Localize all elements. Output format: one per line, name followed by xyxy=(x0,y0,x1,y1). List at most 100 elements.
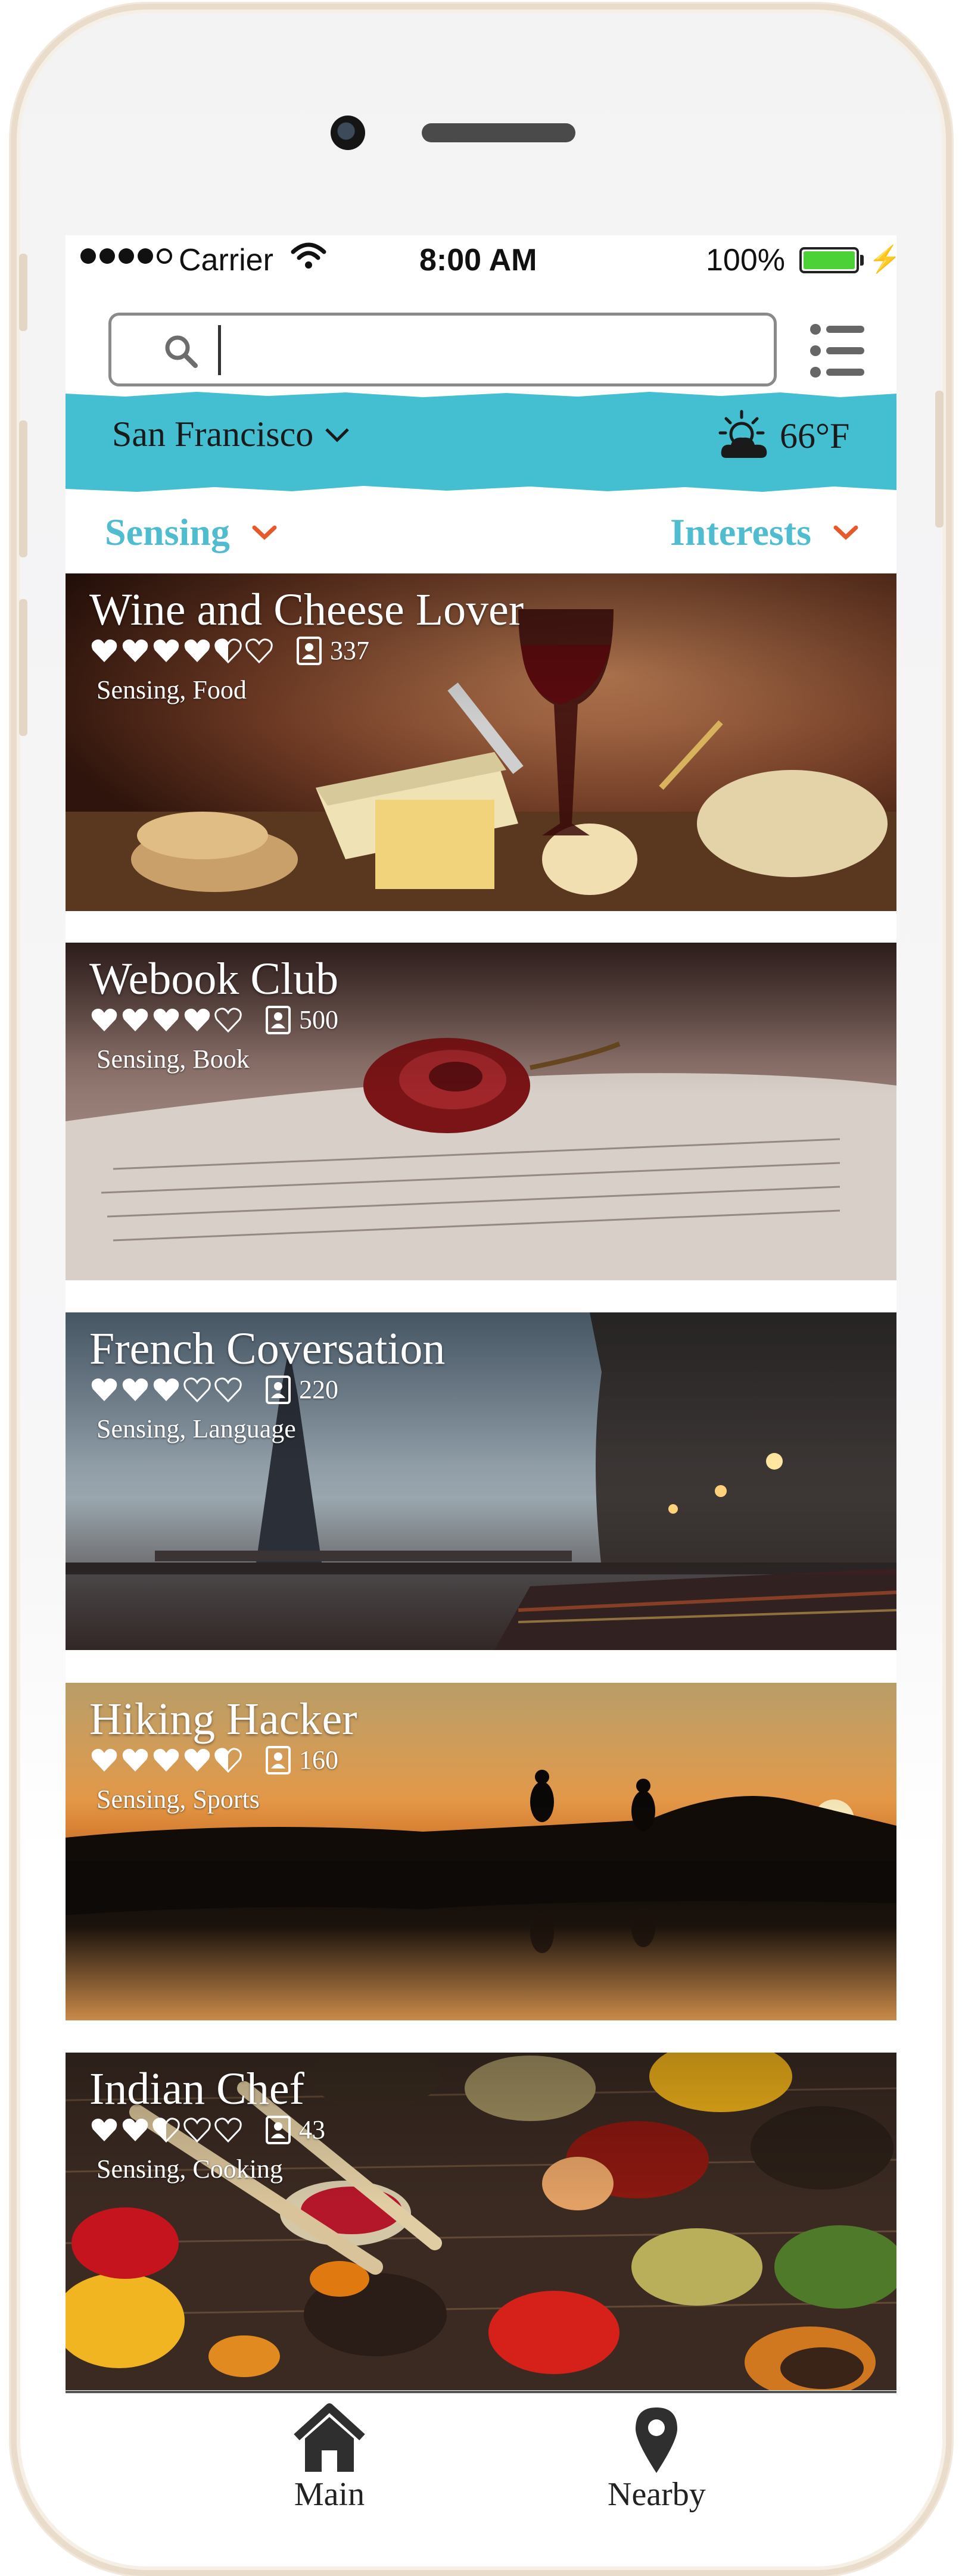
tab-main[interactable]: Main xyxy=(291,2403,368,2513)
member-count: 500 xyxy=(299,1005,338,1034)
city-selector[interactable]: San Francisco xyxy=(112,414,350,455)
city-name: San Francisco xyxy=(112,414,314,454)
clock: 8:00 AM xyxy=(419,243,537,277)
group-meta: 337 xyxy=(91,635,369,666)
app-screen: Carrier 8:00 AM 100% ⚡ San Francisco 66°… xyxy=(66,235,896,2516)
heart-filled-icon xyxy=(184,639,210,662)
heart-half-icon xyxy=(152,2117,180,2142)
tab-nearby[interactable]: Nearby xyxy=(608,2403,706,2513)
heart-filled-icon xyxy=(153,1748,179,1772)
heart-half-icon xyxy=(214,1747,242,1773)
heart-empty-icon xyxy=(214,1007,242,1033)
group-meta: 43 xyxy=(91,2115,325,2145)
members-icon xyxy=(266,2115,291,2144)
tab-nearby-label: Nearby xyxy=(608,2476,706,2513)
mute-switch xyxy=(19,254,27,331)
members-icon xyxy=(297,636,322,665)
volume-down-button xyxy=(19,599,27,736)
charging-icon: ⚡ xyxy=(868,245,896,274)
group-title: Indian Chef xyxy=(89,2064,304,2114)
heart-filled-icon xyxy=(91,1008,117,1031)
heart-filled-icon xyxy=(91,2118,117,2141)
group-tags: Sensing, Sports xyxy=(96,1785,260,1814)
group-title: Webook Club xyxy=(89,954,339,1004)
heart-filled-icon xyxy=(91,1748,117,1772)
member-count: 43 xyxy=(299,2115,325,2144)
heart-filled-icon xyxy=(122,1748,148,1772)
group-tags: Sensing, Cooking xyxy=(96,2154,283,2184)
heart-empty-icon xyxy=(245,638,273,663)
heart-filled-icon xyxy=(122,2118,148,2141)
group-card[interactable]: Hiking Hacker 160 Sensing, Sports xyxy=(66,1683,896,2020)
heart-filled-icon xyxy=(122,639,148,662)
heart-filled-icon xyxy=(153,1378,179,1401)
battery-tip xyxy=(860,255,864,266)
wifi-icon xyxy=(291,242,326,269)
group-title: French Coversation xyxy=(89,1324,446,1374)
members-icon xyxy=(266,1745,291,1774)
search-input[interactable] xyxy=(108,313,777,386)
front-camera xyxy=(331,116,365,150)
tab-bar-divider xyxy=(66,2391,896,2393)
banner-brush-edge xyxy=(66,390,896,397)
tab-bar: Main Nearby xyxy=(66,2391,896,2516)
heart-half-icon xyxy=(214,638,242,663)
interests-filter-label: Interests xyxy=(670,511,811,553)
interests-filter-dropdown[interactable]: Interests xyxy=(670,510,859,554)
chevron-down-icon xyxy=(325,428,350,442)
volume-up-button xyxy=(19,420,27,557)
heart-filled-icon xyxy=(153,639,179,662)
status-bar: Carrier 8:00 AM 100% ⚡ xyxy=(66,235,896,289)
member-count: 160 xyxy=(299,1745,338,1774)
filter-row: Sensing Interests xyxy=(66,504,896,564)
members-icon xyxy=(266,1005,291,1034)
group-title: Hiking Hacker xyxy=(89,1694,357,1744)
search-row xyxy=(66,313,896,396)
group-meta: 160 xyxy=(91,1745,338,1775)
heart-empty-icon xyxy=(214,2117,242,2142)
heart-filled-icon xyxy=(122,1378,148,1401)
temperature: 66°F xyxy=(780,416,850,456)
search-icon xyxy=(165,335,198,368)
heart-empty-icon xyxy=(183,2117,211,2142)
heart-filled-icon xyxy=(184,1748,210,1772)
member-count: 220 xyxy=(299,1375,338,1404)
heart-filled-icon xyxy=(91,639,117,662)
location-banner: San Francisco 66°F xyxy=(66,390,896,495)
heart-filled-icon xyxy=(153,1008,179,1031)
signal-strength-icon xyxy=(80,248,172,264)
group-tags: Sensing, Food xyxy=(96,675,247,704)
text-cursor xyxy=(218,325,221,375)
group-meta: 220 xyxy=(91,1374,338,1405)
group-tags: Sensing, Language xyxy=(96,1414,296,1443)
weather-widget: 66°F xyxy=(718,409,849,463)
group-card[interactable]: Indian Chef 43 Sensing, Cooking xyxy=(66,2053,896,2390)
group-title: Wine and Cheese Lover xyxy=(89,585,524,635)
partly-cloudy-icon xyxy=(718,410,767,458)
group-card[interactable]: Wine and Cheese Lover 337 Sensing, Food xyxy=(66,573,896,911)
battery-icon xyxy=(799,247,859,273)
list-menu-icon[interactable] xyxy=(808,321,868,381)
group-card[interactable]: Webook Club 500 Sensing, Book xyxy=(66,943,896,1280)
chevron-down-icon xyxy=(833,525,858,540)
battery-percentage: 100% xyxy=(706,243,785,277)
chevron-down-icon xyxy=(252,525,277,540)
members-icon xyxy=(266,1375,291,1404)
member-count: 337 xyxy=(330,636,369,665)
banner-brush-edge xyxy=(66,486,896,495)
heart-filled-icon xyxy=(122,1008,148,1031)
earpiece-speaker xyxy=(422,123,575,142)
group-card[interactable]: French Coversation 220 Sensing, Language xyxy=(66,1312,896,1650)
group-meta: 500 xyxy=(91,1005,338,1035)
sensing-filter-label: Sensing xyxy=(105,511,230,553)
tab-main-label: Main xyxy=(294,2476,365,2513)
group-tags: Sensing, Book xyxy=(96,1044,250,1074)
heart-empty-icon xyxy=(183,1377,211,1402)
heart-filled-icon xyxy=(91,1378,117,1401)
power-button xyxy=(935,391,944,528)
sensing-filter-dropdown[interactable]: Sensing xyxy=(105,510,278,554)
home-icon xyxy=(294,2403,365,2472)
heart-filled-icon xyxy=(184,1008,210,1031)
carrier-name: Carrier xyxy=(179,243,273,277)
heart-empty-icon xyxy=(214,1377,242,1402)
